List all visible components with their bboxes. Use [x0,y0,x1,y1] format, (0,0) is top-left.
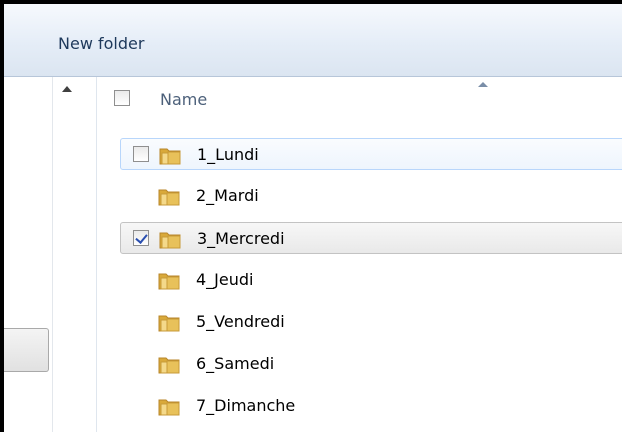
folder-name: 7_Dimanche [196,396,296,415]
command-bar: New folder [4,4,622,77]
folder-icon [158,312,180,332]
row-checkbox[interactable] [133,146,149,162]
folder-row[interactable]: 1_Lundi [120,138,622,170]
folder-icon [158,270,180,290]
folder-name: 1_Lundi [197,145,259,164]
pane-divider[interactable] [96,77,97,432]
folder-icon [159,229,181,249]
folder-name: 5_Vendredi [196,312,285,331]
sort-ascending-icon [478,82,488,87]
new-folder-button[interactable]: New folder [52,32,150,55]
nav-selected-item[interactable] [4,328,49,372]
scroll-up-arrow-icon[interactable] [62,86,72,92]
folder-name: 4_Jeudi [196,270,254,289]
folder-row[interactable]: 5_Vendredi [120,306,622,338]
folder-row[interactable]: 4_Jeudi [120,264,622,296]
row-checkbox[interactable] [133,230,149,246]
select-all-checkbox[interactable] [114,90,130,106]
navigation-pane[interactable] [4,77,96,432]
folder-row[interactable]: 2_Mardi [120,180,622,212]
folder-icon [159,145,181,165]
folder-icon [158,396,180,416]
folder-icon [158,354,180,374]
folder-row[interactable]: 6_Samedi [120,348,622,380]
folder-icon [158,186,180,206]
folder-row[interactable]: 3_Mercredi [120,222,622,254]
folder-name: 6_Samedi [196,354,275,373]
folder-name: 2_Mardi [196,186,259,205]
column-header: Name [98,80,622,120]
folder-row[interactable]: 7_Dimanche [120,390,622,422]
nav-scrollbar-track[interactable] [52,77,53,432]
folder-name: 3_Mercredi [197,229,285,248]
name-column-header[interactable]: Name [160,90,207,109]
